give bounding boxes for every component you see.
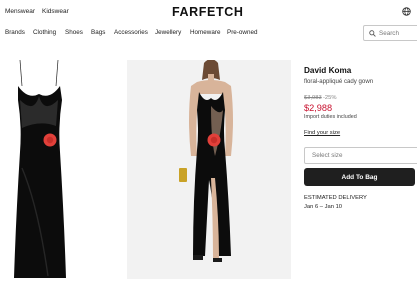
nav-shoes[interactable]: Shoes [65, 29, 83, 36]
sale-price: $2,988 [304, 103, 333, 113]
nav-jewellery[interactable]: Jewellery [155, 29, 181, 36]
product-main-image[interactable] [127, 59, 291, 279]
duties-note: Import duties included [304, 114, 357, 120]
delivery-dates: Jan 6 – Jan 10 [304, 204, 343, 210]
nav-homeware[interactable]: Homeware [190, 29, 220, 36]
dress-flat-image [14, 59, 66, 278]
top-bar: Menswear Kidswear FARFETCH [0, 0, 417, 24]
nav-brands[interactable]: Brands [5, 29, 25, 36]
find-size-link[interactable]: Find your size [304, 130, 340, 136]
product-name: floral-appliqué cady gown [304, 78, 374, 85]
nav-accessories[interactable]: Accessories [114, 29, 148, 36]
kidswear-link[interactable]: Kidswear [42, 8, 69, 15]
model-photo [127, 59, 291, 279]
farfetch-logo[interactable]: FARFETCH [172, 5, 243, 19]
size-select-placeholder: Select size [312, 152, 343, 159]
menswear-link[interactable]: Menswear [5, 8, 35, 15]
search-box[interactable] [363, 25, 417, 41]
nav-pre-owned[interactable]: Pre-owned [227, 29, 257, 36]
globe-icon[interactable] [402, 7, 411, 16]
original-price: $3,983 [304, 95, 322, 101]
search-icon [369, 30, 376, 37]
search-input[interactable] [379, 28, 417, 39]
add-to-bag-button[interactable]: Add To Bag [304, 168, 415, 186]
category-nav: Brands Clothing Shoes Bags Accessories J… [0, 24, 417, 44]
product-brand[interactable]: David Koma [304, 66, 351, 75]
size-select[interactable]: Select size [304, 147, 417, 164]
discount-badge: -25% [323, 95, 337, 101]
product-thumbnail[interactable] [0, 56, 80, 280]
nav-clothing[interactable]: Clothing [33, 29, 56, 36]
delivery-label: ESTIMATED DELIVERY [304, 195, 367, 201]
nav-bags[interactable]: Bags [91, 29, 105, 36]
